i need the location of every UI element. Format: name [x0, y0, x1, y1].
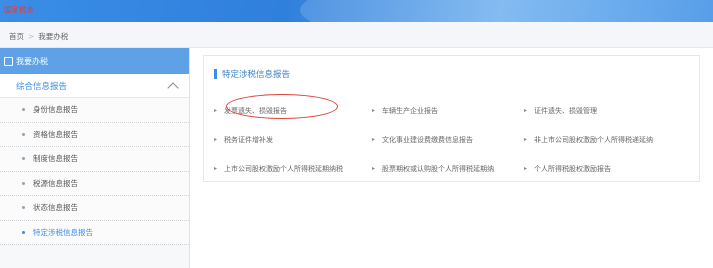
link-listed-equity-deferral[interactable]: ▸ 上市公司股权激励个人所得税延期纳税 [214, 164, 372, 174]
link-label: 证件遗失、损毁管理 [534, 106, 598, 115]
breadcrumb-current: 我要办税 [38, 32, 69, 41]
link-certificate-reissue[interactable]: ▸ 税务证件增补发 [214, 135, 372, 145]
link-label: 文化事业建设费缴费信息报告 [382, 135, 474, 144]
breadcrumb-separator: > [28, 32, 35, 41]
sidebar-title: 我要办税 [16, 56, 48, 66]
panel-title: 特定涉税信息报告 [214, 68, 290, 80]
sidebar-item-label: 资格信息报告 [33, 129, 78, 139]
links-row: ▸ 税务证件增补发 ▸ 文化事业建设费缴费信息报告 ▸ 非上市公司股权激励个人所得税递… [214, 125, 694, 154]
link-stock-option-deferral[interactable]: ▸ 股票期权或认购股个人所得税延期纳 [372, 164, 524, 174]
panel-title-text: 特定涉税信息报告 [222, 70, 291, 80]
bullet-icon [22, 206, 25, 210]
site-logo[interactable]: 国家税务 [4, 5, 34, 15]
chevron-right-icon: ▸ [524, 136, 528, 143]
sidebar-group-comprehensive-report[interactable]: 综合信息报告 [0, 74, 189, 98]
sidebar-group-label: 综合信息报告 [16, 81, 68, 92]
sidebar-item-label: 身份信息报告 [33, 105, 78, 115]
link-label: 股票期权或认购股个人所得税延期纳 [382, 164, 495, 173]
breadcrumb-bar: 首页 > 我要办税 [0, 22, 713, 48]
link-label: 非上市公司股权激励个人所得税递延纳 [534, 135, 654, 144]
link-label: 车辆生产企业报告 [382, 106, 439, 115]
sidebar-header[interactable]: 我要办税 [0, 48, 189, 74]
document-icon [4, 56, 13, 66]
chevron-right-icon: ▸ [524, 165, 528, 172]
bullet-icon [22, 157, 25, 161]
title-accent-bar [214, 69, 217, 79]
sidebar-item-label: 状态信息报告 [33, 203, 78, 213]
link-label: 个人所得税股权激励报告 [534, 164, 612, 173]
link-vehicle-manufacturer-report[interactable]: ▸ 车辆生产企业报告 [372, 106, 524, 116]
highlight-circle-annotation [226, 94, 338, 119]
chevron-right-icon: ▸ [524, 107, 528, 114]
chevron-right-icon: ▸ [214, 136, 218, 143]
chevron-right-icon: ▸ [372, 165, 376, 172]
link-equity-incentive-report[interactable]: ▸ 个人所得税股权激励报告 [524, 164, 694, 174]
chevron-right-icon: ▸ [214, 165, 218, 172]
bullet-icon [22, 108, 25, 112]
breadcrumb: 首页 > 我要办税 [9, 31, 68, 42]
sidebar-item-status-report[interactable]: 状态信息报告 [0, 196, 189, 221]
sidebar-item-system-report[interactable]: 制度信息报告 [0, 147, 189, 172]
top-header: 国家税务 [0, 0, 713, 22]
chevron-right-icon: ▸ [372, 136, 376, 143]
link-certificate-loss-management[interactable]: ▸ 证件遗失、损毁管理 [524, 106, 694, 116]
links-row: ▸ 上市公司股权激励个人所得税延期纳税 ▸ 股票期权或认购股个人所得税延期纳 ▸ 个人… [214, 154, 694, 183]
chevron-up-icon[interactable] [167, 81, 179, 94]
link-label: 上市公司股权激励个人所得税延期纳税 [224, 164, 344, 173]
link-culture-fee-report[interactable]: ▸ 文化事业建设费缴费信息报告 [372, 135, 524, 145]
header-decoration [300, 0, 713, 22]
chevron-right-icon: ▸ [372, 107, 376, 114]
link-nonlisted-equity-deferral[interactable]: ▸ 非上市公司股权激励个人所得税递延纳 [524, 135, 694, 145]
sidebar-item-qualification-report[interactable]: 资格信息报告 [0, 122, 189, 147]
bullet-icon [22, 181, 25, 185]
sidebar-item-label: 特定涉税信息报告 [33, 227, 93, 237]
sidebar: 我要办税 综合信息报告 身份信息报告 资格信息报告 制度信息报告 税源信息报告 … [0, 48, 190, 268]
breadcrumb-home[interactable]: 首页 [9, 32, 24, 41]
sidebar-item-tax-source-report[interactable]: 税源信息报告 [0, 171, 189, 196]
sidebar-item-label: 税源信息报告 [33, 178, 78, 188]
chevron-right-icon: ▸ [214, 107, 218, 114]
sidebar-item-label: 制度信息报告 [33, 154, 78, 164]
bullet-icon [22, 132, 25, 136]
link-label: 税务证件增补发 [224, 135, 274, 144]
sidebar-item-specific-tax-report[interactable]: 特定涉税信息报告 [0, 220, 189, 245]
sidebar-item-identity-report[interactable]: 身份信息报告 [0, 98, 189, 123]
bullet-icon [22, 230, 25, 234]
